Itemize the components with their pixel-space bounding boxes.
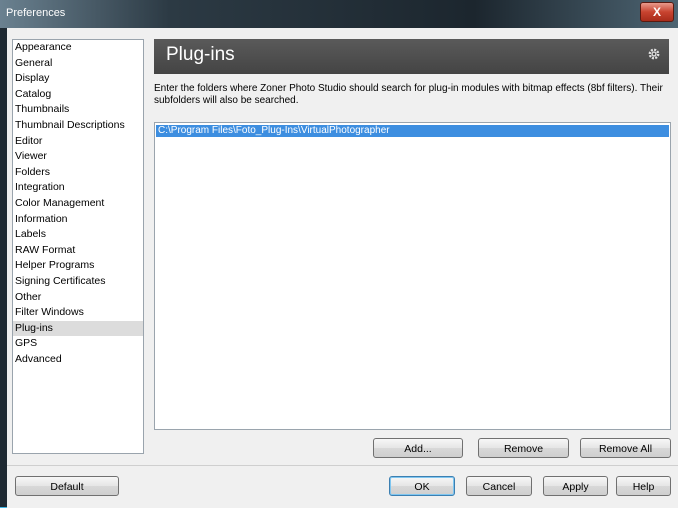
sidebar-item-appearance[interactable]: Appearance: [13, 40, 143, 56]
sidebar-item-filter-windows[interactable]: Filter Windows: [13, 305, 143, 321]
sidebar-item-raw-format[interactable]: RAW Format: [13, 243, 143, 259]
title-bar[interactable]: Preferences X: [0, 0, 678, 28]
sidebar-item-information[interactable]: Information: [13, 212, 143, 228]
ok-button[interactable]: OK: [389, 476, 455, 496]
sidebar-item-folders[interactable]: Folders: [13, 165, 143, 181]
sidebar-item-thumbnails[interactable]: Thumbnails: [13, 102, 143, 118]
apply-button[interactable]: Apply: [543, 476, 608, 496]
page-title: Plug-ins: [166, 44, 235, 65]
sidebar-item-editor[interactable]: Editor: [13, 134, 143, 150]
sidebar-item-color-management[interactable]: Color Management: [13, 196, 143, 212]
sidebar-item-gps[interactable]: GPS: [13, 336, 143, 352]
gear-icon[interactable]: [647, 47, 661, 61]
sidebar-item-integration[interactable]: Integration: [13, 180, 143, 196]
add-button[interactable]: Add...: [373, 438, 463, 458]
section-header: Plug-ins: [154, 39, 669, 74]
sidebar-item-viewer[interactable]: Viewer: [13, 149, 143, 165]
help-button[interactable]: Help: [616, 476, 671, 496]
sidebar-item-advanced[interactable]: Advanced: [13, 352, 143, 368]
plugin-folder-list[interactable]: C:\Program Files\Foto_Plug-Ins\VirtualPh…: [154, 122, 671, 430]
sidebar-item-signing-certificates[interactable]: Signing Certificates: [13, 274, 143, 290]
cancel-button[interactable]: Cancel: [466, 476, 532, 496]
sidebar-item-catalog[interactable]: Catalog: [13, 87, 143, 103]
folder-list-item[interactable]: C:\Program Files\Foto_Plug-Ins\VirtualPh…: [156, 125, 669, 137]
sidebar-item-thumbnail-descriptions[interactable]: Thumbnail Descriptions: [13, 118, 143, 134]
remove-all-button[interactable]: Remove All: [580, 438, 671, 458]
sidebar-item-general[interactable]: General: [13, 56, 143, 72]
remove-button[interactable]: Remove: [478, 438, 569, 458]
dialog-footer: Default OK Cancel Apply Help: [7, 465, 678, 508]
sidebar-item-display[interactable]: Display: [13, 71, 143, 87]
plugin-description: Enter the folders where Zoner Photo Stud…: [154, 83, 663, 106]
window-title: Preferences: [6, 7, 66, 19]
preferences-window: Preferences X Appearance General Display Ca…: [0, 0, 678, 508]
sidebar-item-helper-programs[interactable]: Helper Programs: [13, 258, 143, 274]
close-button[interactable]: X: [640, 2, 674, 22]
close-icon: X: [652, 5, 661, 19]
dialog-client-area: Appearance General Display Catalog Thumbnail…: [7, 28, 678, 508]
sidebar-item-labels[interactable]: Labels: [13, 227, 143, 243]
sidebar-item-other[interactable]: Other: [13, 290, 143, 306]
category-list[interactable]: Appearance General Display Catalog Thumbnail…: [12, 39, 144, 454]
default-button[interactable]: Default: [15, 476, 119, 496]
sidebar-item-plug-ins[interactable]: Plug-ins: [13, 320, 143, 337]
